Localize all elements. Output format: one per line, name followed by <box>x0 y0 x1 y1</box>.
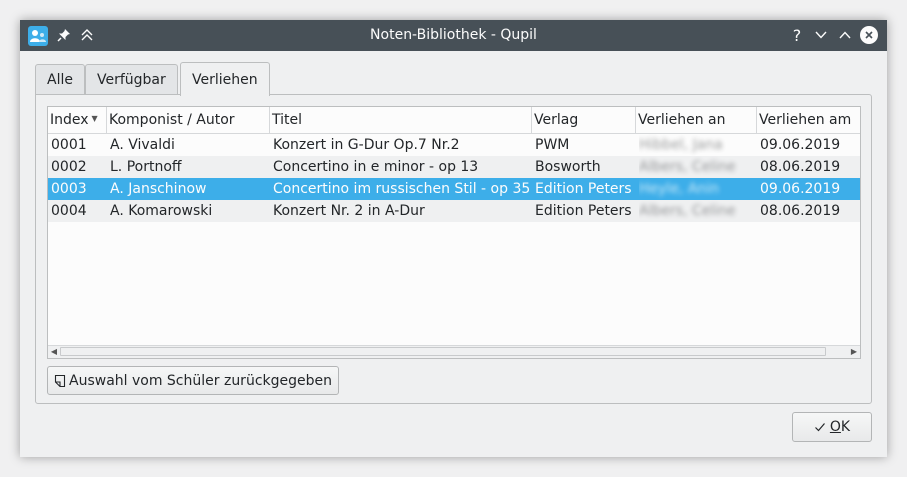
horizontal-scrollbar[interactable]: ◀ ▶ <box>48 345 860 358</box>
column-header-lent-to[interactable]: Verliehen an <box>636 107 757 133</box>
minimize-icon[interactable] <box>811 25 831 45</box>
ok-button-label: OK <box>829 419 851 435</box>
title-bar[interactable]: Noten-Bibliothek - Qupil ? <box>20 20 887 51</box>
tab-verfuegbar[interactable]: Verfügbar <box>85 64 178 94</box>
cell-title: Concertino im russischen Stil - op 35 <box>273 181 531 197</box>
cell-lent-to: Heyle, Anin <box>639 178 749 200</box>
cell-index: 0002 <box>51 159 87 175</box>
cell-lent-on: 09.06.2019 <box>760 137 841 153</box>
column-header-composer[interactable]: Komponist / Autor <box>107 107 270 133</box>
column-header-label: Index <box>50 112 89 128</box>
loans-table[interactable]: Index ▼ Komponist / Autor Titel Verlag Ve… <box>47 106 861 359</box>
column-header-lent-on[interactable]: Verliehen am <box>757 107 860 133</box>
close-icon <box>860 26 878 44</box>
cell-index: 0001 <box>51 137 87 153</box>
table-header: Index ▼ Komponist / Autor Titel Verlag Ve… <box>48 107 860 134</box>
scroll-left-icon[interactable]: ◀ <box>48 346 60 358</box>
table-row[interactable]: 0001 A. Vivaldi Konzert in G-Dur Op.7 Nr… <box>48 134 860 156</box>
cell-index: 0004 <box>51 203 87 219</box>
column-header-publisher[interactable]: Verlag <box>532 107 636 133</box>
returned-button[interactable]: Auswahl vom Schüler zurückgegeben <box>47 366 339 395</box>
cell-lent-on: 08.06.2019 <box>760 203 841 219</box>
tab-alle[interactable]: Alle <box>35 64 85 94</box>
cell-index: 0003 <box>51 181 87 197</box>
column-header-index[interactable]: Index ▼ <box>48 107 107 133</box>
help-icon[interactable]: ? <box>787 25 807 45</box>
cell-lent-on: 08.06.2019 <box>760 159 841 175</box>
cell-composer: A. Vivaldi <box>110 137 175 153</box>
checkmark-icon <box>814 423 825 432</box>
cell-publisher: PWM <box>535 137 570 153</box>
cell-lent-to: Albers, Celine <box>639 156 749 178</box>
tab-panel-verliehen: Index ▼ Komponist / Autor Titel Verlag Ve… <box>35 94 872 404</box>
cell-composer: A. Janschinow <box>110 181 207 197</box>
close-button[interactable] <box>859 25 879 45</box>
cell-composer: L. Portnoff <box>110 159 182 175</box>
sort-descending-icon: ▼ <box>91 114 98 123</box>
cell-publisher: Edition Peters <box>535 181 632 197</box>
returned-button-label: Auswahl vom Schüler zurückgegeben <box>69 372 332 389</box>
cell-title: Concertino in e minor - op 13 <box>273 159 479 175</box>
table-row[interactable]: 0002 L. Portnoff Concertino in e minor -… <box>48 156 860 178</box>
window-title: Noten-Bibliothek - Qupil <box>370 27 537 43</box>
ok-button[interactable]: OK <box>792 412 872 442</box>
blurred-name: Albers, Celine <box>639 203 736 219</box>
blurred-name: Heyle, Anin <box>639 181 720 197</box>
cell-composer: A. Komarowski <box>110 203 213 219</box>
cell-lent-to: Albers, Celine <box>639 200 749 222</box>
cell-lent-on: 09.06.2019 <box>760 181 841 197</box>
scrollbar-thumb[interactable] <box>60 347 826 356</box>
scroll-right-icon[interactable]: ▶ <box>848 346 860 358</box>
column-header-title[interactable]: Titel <box>270 107 532 133</box>
tab-verliehen[interactable]: Verliehen <box>180 62 270 96</box>
maximize-icon[interactable] <box>835 25 855 45</box>
cell-title: Konzert Nr. 2 in A-Dur <box>273 203 425 219</box>
cell-publisher: Edition Peters <box>535 203 632 219</box>
blurred-name: Hibbel, Jana <box>639 137 723 153</box>
document-return-icon <box>54 374 66 387</box>
blurred-name: Albers, Celine <box>639 159 736 175</box>
cell-publisher: Bosworth <box>535 159 601 175</box>
table-row-selected[interactable]: 0003 A. Janschinow Concertino im russisc… <box>48 178 860 200</box>
cell-title: Konzert in G-Dur Op.7 Nr.2 <box>273 137 460 153</box>
table-row[interactable]: 0004 A. Komarowski Konzert Nr. 2 in A-Du… <box>48 200 860 222</box>
cell-lent-to: Hibbel, Jana <box>639 134 749 156</box>
dialog-window: Noten-Bibliothek - Qupil ? Alle Verfügba… <box>20 20 887 457</box>
